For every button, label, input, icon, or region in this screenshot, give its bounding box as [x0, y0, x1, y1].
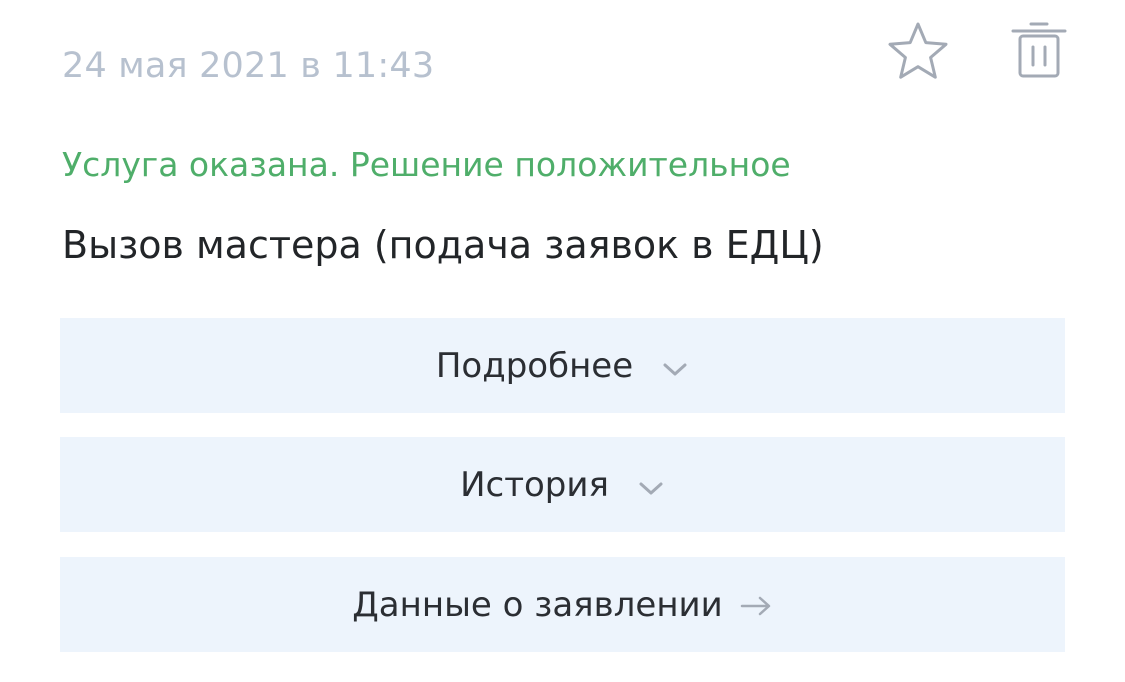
chevron-down-icon — [637, 479, 665, 499]
favorite-button[interactable] — [884, 20, 952, 86]
status-text: Услуга оказана. Решение положительное — [62, 145, 791, 184]
details-toggle-button[interactable]: Подробнее — [60, 318, 1065, 413]
request-card: 24 мая 2021 в 11:43 Услуга оказана. Реше… — [0, 0, 1125, 682]
trash-icon — [1011, 22, 1067, 78]
application-data-button[interactable]: Данные о заявлении — [60, 557, 1065, 652]
history-label: История — [460, 464, 609, 505]
service-title: Вызов мастера (подача заявок в ЕДЦ) — [62, 223, 824, 267]
arrow-right-icon — [739, 595, 773, 617]
application-data-label: Данные о заявлении — [352, 584, 723, 625]
delete-button[interactable] — [1005, 16, 1073, 84]
details-label: Подробнее — [435, 345, 634, 386]
request-date: 24 мая 2021 в 11:43 — [62, 46, 435, 86]
history-toggle-button[interactable]: История — [60, 437, 1065, 532]
chevron-down-icon — [661, 360, 689, 380]
star-outline-icon — [888, 22, 948, 79]
